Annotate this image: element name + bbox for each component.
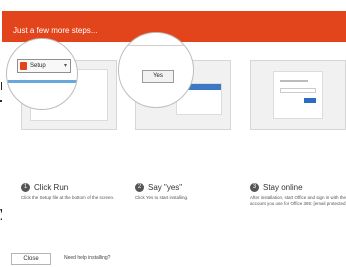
close-button[interactable]: Close [11, 253, 51, 265]
step-title: Say "yes" [148, 183, 183, 192]
yes-button: Yes [142, 70, 174, 83]
step-description: Click Yes to start installing. [135, 195, 189, 200]
step-number-badge: 2 [135, 183, 144, 192]
signin-window-thumbnail [273, 71, 323, 119]
yes-magnifier: Yes [118, 32, 194, 108]
step3-illustration [250, 60, 346, 130]
chevron-down-icon: ▾ [63, 63, 67, 69]
step-description: Click the Setup file at the bottom of th… [21, 195, 115, 200]
office-logo-icon [20, 62, 27, 70]
setup-magnifier: Setup ▾ [6, 38, 78, 110]
step-number-badge: 3 [250, 183, 259, 192]
banner-title: Just a few more steps... [13, 26, 98, 35]
download-bar [7, 80, 77, 83]
step-3: 3 Stay online After installation, start … [250, 183, 346, 207]
step-description: After installation, start Office and sig… [250, 195, 346, 206]
step-1: 1 Click Run Click the Setup file at the … [21, 183, 121, 201]
signin-heading-line [280, 80, 308, 82]
step-number-badge: 1 [21, 183, 30, 192]
step-title: Click Run [34, 183, 69, 192]
setup-file-button: Setup ▾ [17, 59, 71, 73]
dialog-divider [119, 45, 193, 46]
step-title: Stay online [263, 183, 303, 192]
setup-file-label: Setup [30, 63, 46, 69]
signin-email-field [280, 88, 316, 93]
signin-next-button [304, 98, 316, 103]
step-2: 2 Say "yes" Click Yes to start installin… [135, 183, 235, 201]
help-installing-link[interactable]: Need help installing? [64, 255, 110, 261]
